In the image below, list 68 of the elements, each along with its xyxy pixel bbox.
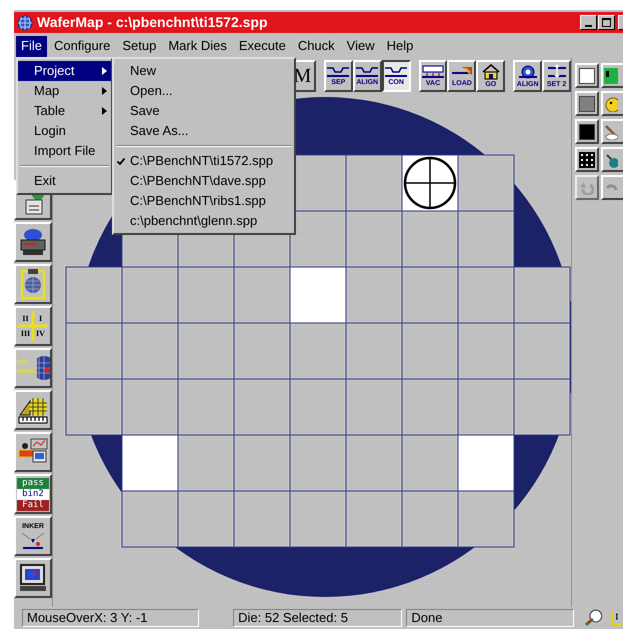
menu-item[interactable]: Execute — [234, 36, 291, 56]
recent-file-item[interactable]: c:\pbenchnt\glenn.spp — [114, 211, 294, 231]
menu-item[interactable]: Mark Dies — [163, 36, 232, 56]
palette-button[interactable] — [575, 63, 599, 88]
menu-item[interactable]: Import File — [18, 141, 111, 161]
tool-button[interactable] — [14, 432, 52, 472]
undo-icon — [580, 180, 594, 194]
minimize-icon — [585, 25, 592, 27]
tool-button[interactable] — [14, 264, 52, 304]
menu-item[interactable]: Login — [18, 121, 111, 141]
palette-button[interactable] — [575, 119, 599, 144]
menu-item[interactable]: Save — [114, 101, 294, 121]
maximize-icon — [602, 18, 611, 27]
menu-item[interactable]: Project — [18, 61, 111, 81]
printer-icon — [18, 227, 48, 257]
clipboard-icon — [19, 268, 47, 300]
submenu-arrow-icon — [102, 107, 107, 115]
globe-icon — [16, 14, 34, 30]
tool-button[interactable] — [14, 558, 52, 598]
tool-icon — [604, 152, 618, 168]
tool-button[interactable] — [14, 222, 52, 262]
menu-item[interactable]: Table — [18, 101, 111, 121]
recent-file-item[interactable]: C:\PBenchNT\ti1572.spp — [114, 151, 294, 171]
menu-item[interactable]: Save As... — [114, 121, 294, 141]
palette-button[interactable] — [601, 147, 623, 172]
submenu-arrow-icon — [102, 87, 107, 95]
menu-item[interactable]: File — [16, 36, 47, 56]
brush-icon — [604, 124, 618, 140]
palette-button[interactable] — [601, 91, 623, 116]
face-icon — [604, 96, 618, 112]
menu-item[interactable]: Chuck — [292, 36, 340, 56]
menu-item[interactable]: Configure — [48, 36, 116, 56]
minimize-button[interactable] — [580, 15, 597, 30]
tool-button[interactable]: II I III IV — [14, 306, 52, 346]
vacuum-icon — [421, 65, 445, 79]
progress-status: Done — [406, 609, 574, 627]
window-title: WaferMap - c:\pbenchnt\ti1572.spp — [37, 13, 268, 32]
axis-icon — [609, 609, 623, 627]
menu-item[interactable]: Help — [382, 36, 418, 56]
tool-button[interactable]: pass bin2 Fail — [14, 474, 52, 514]
inker-icon — [19, 530, 47, 550]
submenu-arrow-icon — [102, 67, 107, 75]
height-adjust-icon — [546, 64, 567, 80]
tag-icon — [604, 68, 618, 84]
palette-button[interactable] — [601, 119, 623, 144]
house-icon — [480, 64, 501, 80]
menu-item[interactable]: View — [342, 36, 380, 56]
palette-button[interactable] — [575, 91, 599, 116]
monitor-icon — [18, 563, 48, 593]
mouse-position-status: MouseOverX: 3 Y: -1 — [22, 609, 200, 627]
ruler-grid-icon — [18, 395, 48, 425]
die-count-status: Die: 52 Selected: 5 — [233, 609, 402, 627]
palette-button[interactable] — [601, 63, 623, 88]
crosshair-icon — [18, 311, 48, 341]
menu-item[interactable]: Setup — [117, 36, 162, 56]
menu-item[interactable]: Map — [18, 81, 111, 101]
menu-item[interactable]: Exit — [18, 171, 111, 191]
chuck-icon — [326, 66, 350, 78]
recent-file-item[interactable]: C:\PBenchNT\ribs1.spp — [114, 191, 294, 211]
tool-button[interactable] — [14, 390, 52, 430]
grid-pattern-icon — [579, 152, 595, 168]
maximize-button[interactable] — [598, 15, 615, 30]
chuck-icon — [384, 66, 408, 78]
palette-button[interactable] — [575, 147, 599, 172]
chuck-icon — [355, 66, 380, 78]
target-icon — [518, 64, 538, 80]
recent-file-item[interactable]: C:\PBenchNT\dave.spp — [114, 171, 294, 191]
palette-button[interactable] — [601, 175, 623, 200]
